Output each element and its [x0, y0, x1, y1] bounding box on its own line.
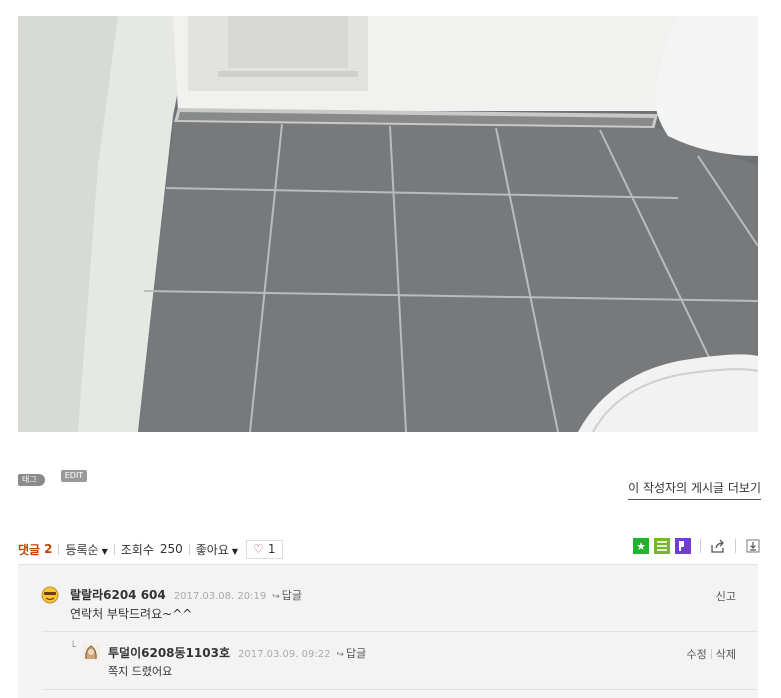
- views-count: 250: [159, 542, 183, 556]
- tag-row: 태그 EDIT: [18, 468, 88, 486]
- reply-indent-icon: └: [70, 642, 77, 653]
- like-label: 좋아요: [195, 542, 229, 557]
- share-icons: ★: [633, 538, 761, 554]
- delete-button[interactable]: 삭제: [716, 646, 736, 662]
- bookmark-icon[interactable]: [675, 538, 691, 554]
- divider: [113, 543, 115, 555]
- comment-count: 2: [44, 542, 53, 556]
- save-icon[interactable]: [745, 538, 761, 554]
- reply-button[interactable]: ↪ 답글: [272, 587, 302, 603]
- edit-button[interactable]: 수정: [687, 646, 707, 662]
- avatar[interactable]: [82, 643, 100, 661]
- divider: [42, 689, 758, 690]
- like-button[interactable]: ♡ 1: [246, 539, 284, 559]
- comment-label[interactable]: 댓글: [18, 541, 40, 558]
- star-icon[interactable]: ★: [633, 538, 649, 554]
- divider: [735, 539, 736, 553]
- reply-button[interactable]: ↪ 답글: [336, 645, 366, 661]
- chevron-down-icon: ▼: [231, 546, 239, 556]
- comment-nickname[interactable]: 랄랄라6204 604: [70, 586, 166, 603]
- comment-date: 2017.03.09. 09:22: [238, 649, 331, 660]
- sort-dropdown[interactable]: 등록순 ▼: [65, 541, 107, 558]
- like-dropdown[interactable]: 좋아요 ▼: [196, 541, 238, 558]
- report-button[interactable]: 신고: [716, 588, 736, 604]
- reply-arrow-icon: ↪: [336, 650, 344, 660]
- comment-header: 투덜이6208동1103호 2017.03.09. 09:22 ↪ 답글: [108, 644, 366, 661]
- heart-icon: ♡: [253, 542, 264, 556]
- reply-arrow-icon: ↪: [272, 592, 280, 602]
- reply-label: 답글: [345, 647, 367, 660]
- share-icon[interactable]: [710, 538, 726, 554]
- divider: [710, 649, 712, 659]
- edit-tag-chip[interactable]: EDIT: [60, 470, 88, 482]
- comment-header: 랄랄라6204 604 2017.03.08. 20:19 ↪ 답글: [70, 586, 302, 603]
- avatar[interactable]: [41, 586, 59, 604]
- like-count: 1: [267, 542, 276, 556]
- divider: [700, 539, 701, 553]
- comment-list: 랄랄라6204 604 2017.03.08. 20:19 ↪ 답글 연락처 부탁…: [18, 564, 758, 698]
- comment-date: 2017.03.08. 20:19: [173, 591, 267, 602]
- more-posts-link[interactable]: 이 작성자의 게시글 더보기: [628, 479, 761, 500]
- sort-label: 등록순: [65, 542, 99, 557]
- views-label: 조회수: [120, 542, 154, 557]
- list-icon[interactable]: [654, 538, 670, 554]
- post-photo[interactable]: [18, 16, 758, 432]
- reply-label: 답글: [281, 589, 302, 602]
- chevron-down-icon: ▼: [101, 546, 108, 556]
- comment-text: 쪽지 드렸어요: [108, 665, 173, 678]
- divider: [58, 543, 60, 555]
- tag-chip[interactable]: 태그: [18, 474, 45, 486]
- comment-nickname[interactable]: 투덜이6208동1103호: [108, 644, 230, 661]
- comment-actions: 수정 삭제: [687, 646, 737, 662]
- comment-text: 연락처 부탁드려요~^^: [70, 607, 193, 621]
- divider: [42, 631, 758, 632]
- comment-actions: 신고: [716, 588, 736, 604]
- divider: [188, 543, 190, 555]
